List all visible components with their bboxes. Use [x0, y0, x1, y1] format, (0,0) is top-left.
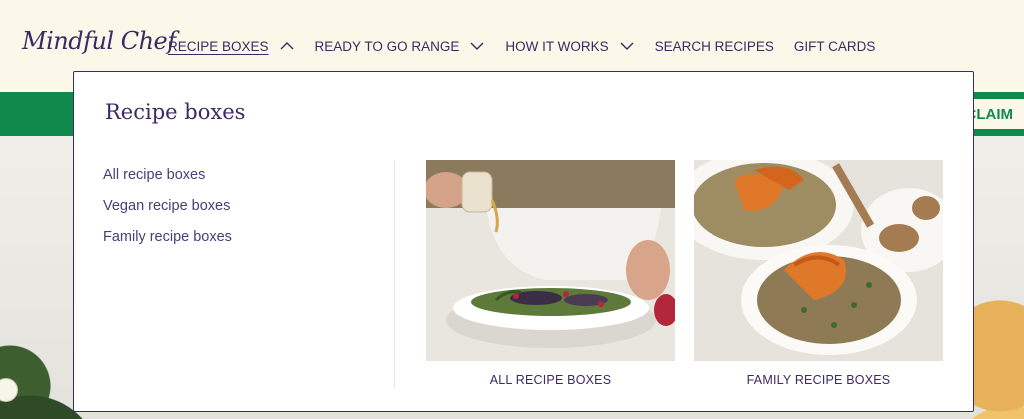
nav-item-label: SEARCH RECIPES	[654, 38, 774, 54]
nav-item-label: RECIPE BOXES	[168, 38, 269, 54]
nav-item-label: READY TO GO RANGE	[314, 38, 460, 54]
roasted-squash-plates-photo	[694, 160, 943, 361]
link-family-recipe-boxes[interactable]: Family recipe boxes	[103, 229, 232, 245]
card-family-recipe-boxes[interactable]: FAMILY RECIPE BOXES	[694, 160, 943, 387]
dropdown-divider	[394, 160, 395, 388]
salad-bowl-photo	[426, 160, 675, 361]
nav-item-ready-to-go[interactable]: READY TO GO RANGE	[315, 39, 486, 54]
nav-item-how-it-works[interactable]: HOW IT WORKS	[505, 39, 634, 54]
chevron-down-icon	[469, 41, 485, 51]
chevron-up-icon	[279, 41, 295, 51]
link-vegan-recipe-boxes[interactable]: Vegan recipe boxes	[103, 198, 232, 214]
nav-item-search-recipes[interactable]: SEARCH RECIPES	[655, 39, 774, 54]
dropdown-link-list: All recipe boxes Vegan recipe boxes Fami…	[103, 167, 232, 260]
brand-logo[interactable]: Mindful Chef	[22, 27, 176, 55]
nav-item-label: HOW IT WORKS	[505, 38, 609, 54]
nav-item-gift-cards[interactable]: GIFT CARDS	[794, 39, 876, 54]
card-caption: ALL RECIPE BOXES	[489, 373, 612, 387]
nav-item-recipe-boxes[interactable]: RECIPE BOXES	[168, 39, 295, 54]
card-caption: FAMILY RECIPE BOXES	[746, 373, 891, 387]
card-all-recipe-boxes[interactable]: ALL RECIPE BOXES	[426, 160, 675, 387]
link-all-recipe-boxes[interactable]: All recipe boxes	[103, 167, 232, 183]
nav-item-label: GIFT CARDS	[793, 38, 876, 54]
chevron-down-icon	[619, 41, 635, 51]
main-nav: RECIPE BOXES READY TO GO RANGE HOW IT WO…	[168, 36, 895, 56]
dropdown-title: Recipe boxes	[105, 100, 246, 124]
recipe-boxes-dropdown: Recipe boxes All recipe boxes Vegan reci…	[73, 71, 974, 412]
